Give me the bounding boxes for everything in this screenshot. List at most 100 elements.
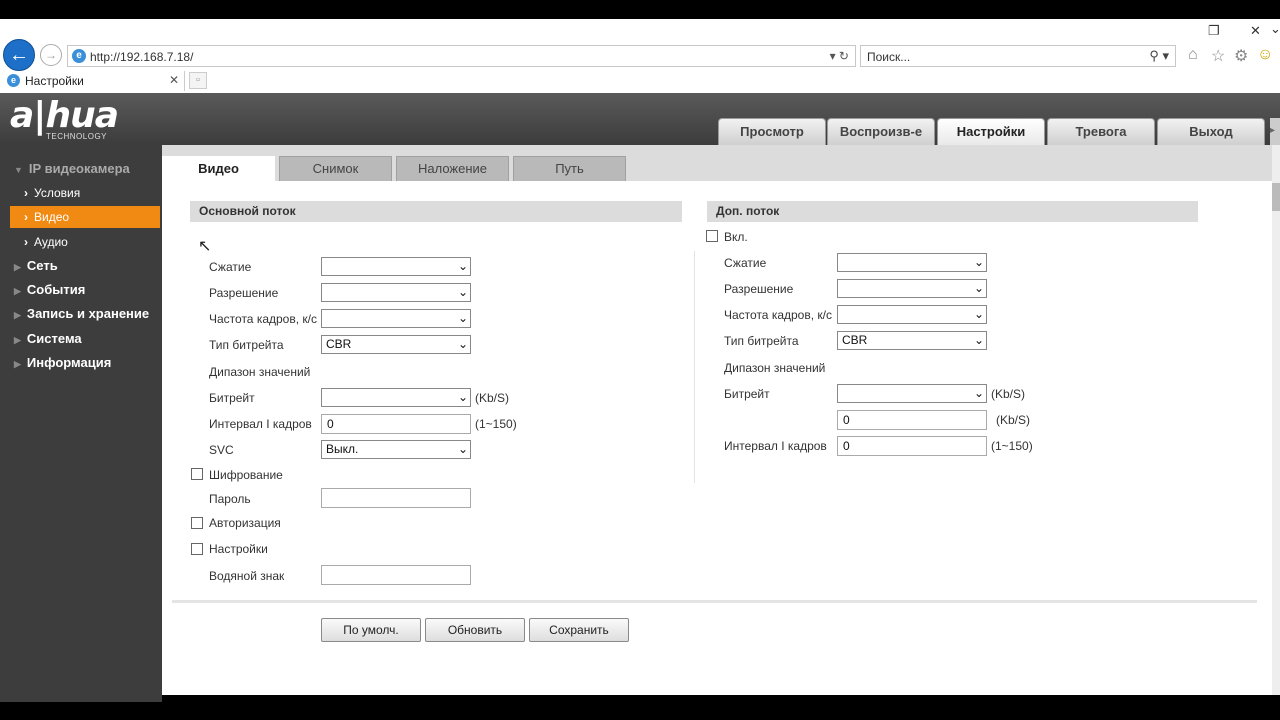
tab-snapshot[interactable]: Снимок bbox=[279, 156, 392, 181]
logo-brand: a|hua bbox=[10, 95, 119, 136]
close-tab-icon[interactable]: ✕ bbox=[169, 73, 179, 87]
svc-select[interactable]: Выкл. ⌄ bbox=[321, 440, 471, 459]
back-button[interactable]: ← bbox=[3, 39, 35, 71]
sub-compression-select[interactable]: ⌄ bbox=[837, 253, 987, 272]
sidebar-item-video[interactable]: › Видео bbox=[10, 206, 160, 228]
footer-divider bbox=[172, 600, 1257, 603]
nav-live[interactable]: Просмотр bbox=[718, 118, 826, 145]
sub-framerate-select[interactable]: ⌄ bbox=[837, 305, 987, 324]
address-url[interactable]: http://192.168.7.18/ bbox=[90, 50, 193, 64]
nav-playback[interactable]: Воспроизв-е bbox=[827, 118, 935, 145]
compression-select[interactable]: ⌄ bbox=[321, 257, 471, 276]
sub-resolution-select[interactable]: ⌄ bbox=[837, 279, 987, 298]
sidebar-label: Аудио bbox=[34, 235, 68, 249]
chevron-down-icon: ⌄ bbox=[973, 255, 984, 269]
search-input[interactable]: Поиск... ⚲ ▾ bbox=[860, 45, 1176, 67]
sidebar-item-events[interactable]: ▶ События bbox=[14, 282, 85, 297]
sub-iframe-label: Интервал I кадров bbox=[724, 439, 827, 453]
save-button[interactable]: Сохранить bbox=[529, 618, 629, 642]
nav-settings[interactable]: Настройки bbox=[937, 118, 1045, 145]
close-window-icon[interactable]: ✕ bbox=[1250, 23, 1261, 39]
chevron-down-icon: ⌄ bbox=[457, 311, 468, 325]
sidebar: ▼ IP видеокамера › Условия › Видео › Аудио ▶… bbox=[0, 145, 162, 702]
forward-button[interactable]: → bbox=[40, 44, 62, 66]
sub-enable-label: Вкл. bbox=[724, 230, 748, 244]
search-placeholder: Поиск... bbox=[867, 50, 911, 64]
triangle-down-icon: ▼ bbox=[14, 165, 23, 175]
sidebar-item-network[interactable]: ▶ Сеть bbox=[14, 258, 58, 273]
default-button[interactable]: По умолч. bbox=[321, 618, 421, 642]
nav-logout[interactable]: Выход bbox=[1157, 118, 1265, 145]
logo-subtitle: TECHNOLOGY bbox=[46, 132, 108, 141]
sidebar-label: Запись и хранение bbox=[26, 306, 150, 321]
sub-bitrate-type-label: Тип битрейта bbox=[724, 334, 799, 348]
sub-range-label: Дипазон значений bbox=[724, 361, 826, 375]
svc-value: Выкл. bbox=[326, 442, 359, 456]
sub-bitrate-type-select[interactable]: CBR ⌄ bbox=[837, 331, 987, 350]
search-icon[interactable]: ⚲ ▾ bbox=[1149, 48, 1169, 64]
watermark-input[interactable] bbox=[321, 565, 471, 585]
framerate-select[interactable]: ⌄ bbox=[321, 309, 471, 328]
favorites-star-icon[interactable]: ☆ bbox=[1211, 46, 1225, 66]
sub-bitrate-label: Битрейт bbox=[724, 387, 770, 401]
sub-compression-label: Сжатие bbox=[724, 256, 767, 270]
sidebar-item-info[interactable]: ▶ Информация bbox=[14, 355, 111, 370]
refresh-icon[interactable]: ▾ ↻ bbox=[830, 49, 849, 63]
chevron-down-icon: ⌄ bbox=[973, 333, 984, 347]
encryption-checkbox[interactable] bbox=[191, 468, 203, 480]
sidebar-item-conditions[interactable]: › Условия bbox=[10, 182, 160, 204]
scrollbar[interactable] bbox=[1272, 145, 1280, 695]
new-tab-button[interactable]: ▫ bbox=[189, 72, 207, 89]
sub-bitrate-input[interactable]: 0 bbox=[837, 410, 987, 430]
tab-path[interactable]: Путь bbox=[513, 156, 626, 181]
iframe-label: Интервал I кадров bbox=[209, 417, 312, 431]
triangle-right-icon: ▶ bbox=[14, 262, 21, 272]
auth-checkbox[interactable] bbox=[191, 517, 203, 529]
gear-icon[interactable]: ⚙ bbox=[1234, 46, 1248, 66]
bitrate-select[interactable]: ⌄ bbox=[321, 388, 471, 407]
restore-window-icon[interactable]: ❐ bbox=[1208, 23, 1220, 39]
settings-checkbox[interactable] bbox=[191, 543, 203, 555]
password-label: Пароль bbox=[209, 492, 251, 506]
password-input[interactable] bbox=[321, 488, 471, 508]
tab-overlay[interactable]: Наложение bbox=[396, 156, 509, 181]
encryption-label: Шифрование bbox=[209, 468, 283, 482]
chevron-down-icon: ⌄ bbox=[457, 442, 468, 456]
tab-video[interactable]: Видео bbox=[162, 156, 275, 181]
chevron-down-icon: ⌄ bbox=[973, 281, 984, 295]
bitrate-label: Битрейт bbox=[209, 391, 255, 405]
sidebar-label: Система bbox=[26, 331, 82, 346]
triangle-right-icon: ▶ bbox=[14, 286, 21, 296]
watermark-label: Водяной знак bbox=[209, 569, 285, 583]
sub-enable-checkbox[interactable] bbox=[706, 230, 718, 242]
iframe-input[interactable]: 0 bbox=[321, 414, 471, 434]
sidebar-item-ipcamera[interactable]: ▼ IP видеокамера bbox=[14, 161, 130, 176]
settings-label: Настройки bbox=[209, 542, 268, 556]
sub-resolution-label: Разрешение bbox=[724, 282, 794, 296]
sub-bitrate-select[interactable]: ⌄ bbox=[837, 384, 987, 403]
ie-page-icon: e bbox=[72, 49, 86, 63]
nav-scroll-icon[interactable]: ▸ bbox=[1270, 118, 1280, 145]
address-bar[interactable]: e http://192.168.7.18/ ▾ ↻ bbox=[67, 45, 856, 67]
scrollbar-thumb[interactable] bbox=[1272, 183, 1280, 211]
sub-bitrate-input-unit: (Kb/S) bbox=[996, 413, 1031, 427]
bitrate-type-value: CBR bbox=[326, 337, 352, 351]
sub-iframe-input[interactable]: 0 bbox=[837, 436, 987, 456]
sidebar-item-audio[interactable]: › Аудио bbox=[10, 231, 160, 253]
browser-tab[interactable]: e Настройки ✕ bbox=[0, 71, 185, 91]
refresh-button[interactable]: Обновить bbox=[425, 618, 525, 642]
triangle-right-icon: ▶ bbox=[14, 310, 21, 320]
smiley-feedback-icon[interactable]: ☺ bbox=[1257, 46, 1273, 64]
nav-alarm[interactable]: Тревога bbox=[1047, 118, 1155, 145]
video-settings-panel: Основной поток ↖ Сжатие ⌄ Разрешение ⌄ Ч… bbox=[162, 181, 1272, 695]
resolution-label: Разрешение bbox=[209, 286, 279, 300]
chevron-right-icon: › bbox=[24, 186, 28, 200]
resolution-select[interactable]: ⌄ bbox=[321, 283, 471, 302]
sidebar-item-system[interactable]: ▶ Система bbox=[14, 331, 82, 346]
home-icon[interactable]: ⌂ bbox=[1188, 46, 1198, 64]
chevron-down-icon[interactable]: ⌄ bbox=[1270, 21, 1280, 37]
chevron-down-icon: ⌄ bbox=[457, 390, 468, 404]
sidebar-item-storage[interactable]: ▶ Запись и хранение bbox=[14, 306, 149, 321]
bitrate-type-select[interactable]: CBR ⌄ bbox=[321, 335, 471, 354]
browser-chrome: ❐ ✕ ⌄ ← → e http://192.168.7.18/ ▾ ↻ Пои… bbox=[0, 19, 1280, 93]
